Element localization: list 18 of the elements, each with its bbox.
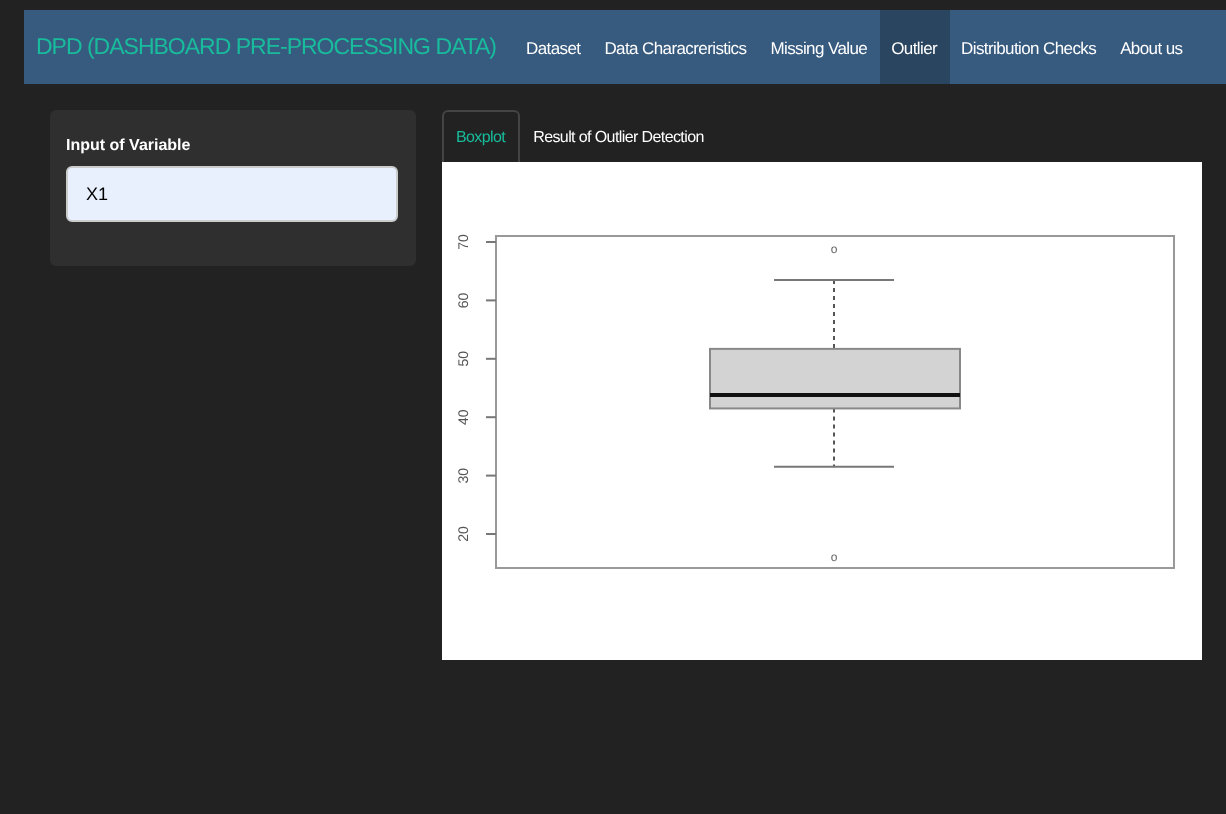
y-tick	[485, 416, 497, 419]
nav-item[interactable]: Missing Value	[758, 10, 880, 84]
y-tick	[485, 299, 497, 302]
y-tick	[485, 357, 497, 360]
y-tick	[485, 474, 497, 477]
nav-item[interactable]: Data Characreristics	[592, 10, 759, 84]
y-tick	[485, 533, 497, 535]
nav-item[interactable]: Dataset	[514, 10, 593, 84]
nav-item[interactable]: Distribution Checks	[949, 10, 1109, 84]
field-label: Input of Variable	[66, 136, 193, 154]
tab[interactable]: Result of Outlier Detection	[519, 110, 718, 162]
nav-item[interactable]: About us	[1108, 10, 1195, 84]
y-tick	[485, 241, 497, 243]
tab[interactable]: Boxplot	[442, 110, 520, 162]
variable-input[interactable]: X1	[66, 166, 398, 222]
upper-whisker	[773, 278, 895, 350]
lower-whisker	[773, 407, 895, 468]
nav-item[interactable]: Outlier	[879, 10, 950, 84]
